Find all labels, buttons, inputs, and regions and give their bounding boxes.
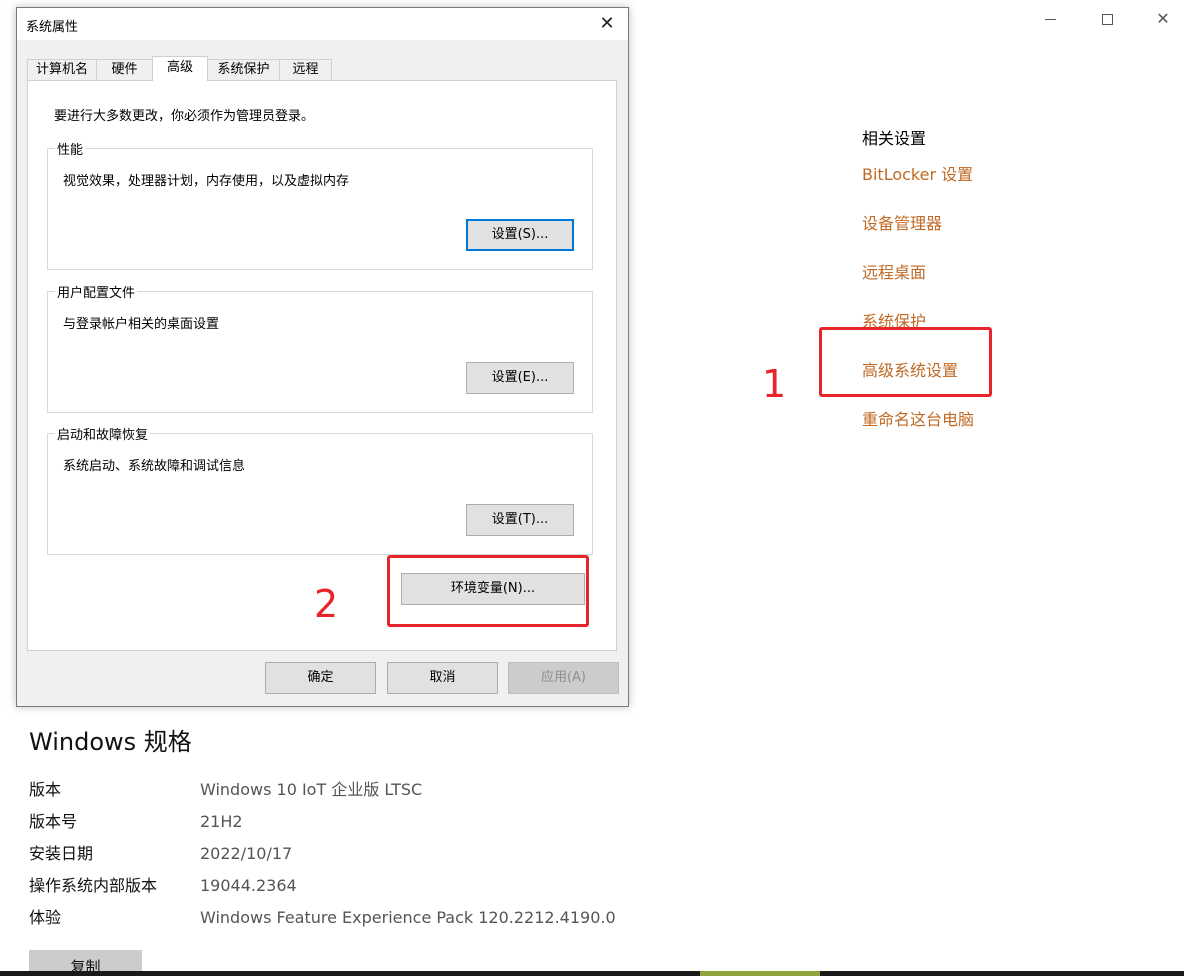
spec-label: 安装日期 [29,844,94,863]
close-icon: ✕ [1156,9,1170,28]
link-remote-desktop[interactable]: 远程桌面 [862,259,926,283]
tab-system-protection[interactable]: 系统保护 [207,59,280,80]
annotation-number-2: 2 [314,582,339,626]
link-bitlocker[interactable]: BitLocker 设置 [862,161,973,185]
dialog-titlebar[interactable]: 系统属性 ✕ [17,8,628,40]
close-icon: ✕ [599,13,615,34]
apply-button[interactable]: 应用(A) [508,662,619,694]
spec-value: Windows Feature Experience Pack 120.2212… [200,908,616,927]
group-user-profiles: 用户配置文件 与登录帐户相关的桌面设置 设置(E)... [47,282,593,413]
spec-label: 版本号 [29,812,78,831]
taskbar-accent [700,971,820,976]
group-description: 与登录帐户相关的桌面设置 [63,317,220,332]
tab-computer-name[interactable]: 计算机名 [27,59,97,80]
taskbar-edge [0,971,1184,976]
startup-recovery-settings-button[interactable]: 设置(T)... [466,504,574,536]
group-legend: 用户配置文件 [55,282,138,301]
minimize-button[interactable] [1035,8,1065,30]
cancel-button[interactable]: 取消 [387,662,498,694]
group-description: 视觉效果，处理器计划，内存使用，以及虚拟内存 [63,174,350,189]
user-profiles-settings-button[interactable]: 设置(E)... [466,362,574,394]
minimize-icon [1044,18,1056,20]
spec-label: 体验 [29,908,62,927]
spec-label: 版本 [29,780,62,799]
related-settings-title: 相关设置 [862,129,927,148]
dialog-close-button[interactable]: ✕ [595,12,619,36]
group-performance: 性能 视觉效果，处理器计划，内存使用，以及虚拟内存 设置(S)... [47,139,593,270]
spec-value: Windows 10 IoT 企业版 LTSC [200,780,423,799]
group-startup-recovery: 启动和故障恢复 系统启动、系统故障和调试信息 设置(T)... [47,424,593,555]
spec-value: 19044.2364 [200,876,297,895]
windows-spec-title: Windows 规格 [29,728,192,756]
group-legend: 性能 [55,139,86,158]
ok-button[interactable]: 确定 [265,662,376,694]
annotation-number-1: 1 [762,362,787,406]
dialog-title: 系统属性 [26,20,79,35]
link-device-manager[interactable]: 设备管理器 [862,210,942,234]
close-window-button[interactable]: ✕ [1148,8,1178,30]
spec-value: 21H2 [200,812,243,831]
maximize-icon [1101,13,1113,25]
related-settings: 相关设置 BitLocker 设置 设备管理器 远程桌面 系统保护 高级系统设置… [862,127,974,429]
tab-advanced[interactable]: 高级 [152,56,208,81]
tab-remote[interactable]: 远程 [279,59,332,80]
admin-note: 要进行大多数更改，你必须作为管理员登录。 [54,109,315,124]
tab-hardware[interactable]: 硬件 [96,59,153,80]
link-rename-pc[interactable]: 重命名这台电脑 [862,406,974,430]
performance-settings-button[interactable]: 设置(S)... [466,219,574,251]
group-legend: 启动和故障恢复 [55,424,151,443]
group-description: 系统启动、系统故障和调试信息 [63,459,246,474]
annotation-box-1 [819,327,992,397]
annotation-box-2 [387,555,589,627]
spec-value: 2022/10/17 [200,844,293,863]
spec-label: 操作系统内部版本 [29,876,158,895]
maximize-button[interactable] [1092,8,1122,30]
